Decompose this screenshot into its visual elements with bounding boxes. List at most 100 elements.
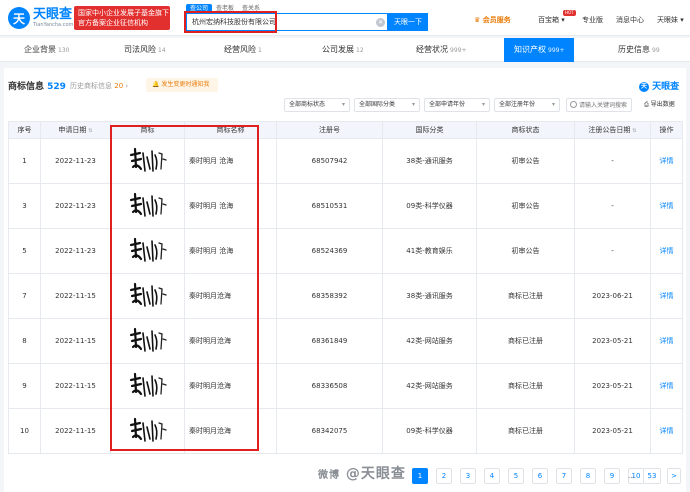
col-apply-date[interactable]: 申请日期 ⇅ [40,121,111,139]
section-count: 529 [47,82,66,92]
cell-apply-date: 2022-11-15 [40,273,111,319]
cell-reg-no: 68361849 [276,318,383,364]
detail-link[interactable]: 详情 [650,363,683,409]
filter-label: 全部商标状态 [289,101,326,108]
tab-history[interactable]: 历史信息 99 [618,38,660,62]
cell-no: 5 [8,228,41,274]
page-7-button[interactable]: 7 [556,468,572,484]
promo-banner[interactable]: 国家中小企业发展子基金旗下 官方备案企业征信机构 [74,6,170,30]
col-status: 商标状态 [476,121,575,139]
cell-pub-date: - [574,138,651,184]
tab-legal-risk[interactable]: 司法风险 14 [124,38,166,62]
logo-mark-icon: 天 [639,81,649,92]
panel-brand-name: 天眼查 [652,82,680,92]
weibo-watermark: 微博 @天眼查 [318,463,406,483]
cell-reg-no: 68358392 [276,273,383,319]
user-name: 天眼妹 [657,16,678,24]
tab-label: 企业背景 [24,45,56,54]
tab-label: 公司发展 [322,45,354,54]
section-title: 商标信息 529 [8,79,66,92]
cell-apply-date: 2022-11-23 [40,228,111,274]
tab-intellectual-property[interactable]: 知识产权 999+ [504,38,575,62]
col-pub-date[interactable]: 注册公告日期 ⇅ [574,121,651,139]
baibao-menu[interactable]: 百宝箱 ▾ [538,15,565,25]
next-page-button[interactable]: > [667,468,681,484]
page-6-button[interactable]: 6 [532,468,548,484]
class-filter[interactable]: 全部国际分类 ▾ [354,98,420,112]
export-icon: ⎙ [644,101,649,108]
search-highlight-box [184,11,277,33]
section-title-text: 商标信息 [8,82,45,92]
chevron-down-icon: ▾ [551,101,555,108]
hot-badge: HOT [563,10,576,16]
cell-class: 42类-网站服务 [382,363,477,409]
cell-status: 初审公告 [476,183,575,229]
tab-development[interactable]: 公司发展 12 [322,38,364,62]
page-9-button[interactable]: 9 [604,468,620,484]
pro-version-link[interactable]: 专业版 [582,15,603,25]
tianyancha-logo[interactable]: 天 天眼查 TianYancha.com [8,7,73,29]
panel-brand-logo: 天 天眼查 [639,79,679,92]
detail-link[interactable]: 详情 [650,138,683,184]
logo-domain: TianYancha.com [33,21,74,28]
detail-link[interactable]: 详情 [650,318,683,364]
page-4-button[interactable]: 4 [484,468,500,484]
chevron-down-icon: ▾ [481,101,485,108]
detail-link[interactable]: 详情 [650,408,683,454]
tab-label: 司法风险 [124,45,156,54]
chevron-down-icon: ▾ [680,16,684,24]
chevron-right-icon: › [125,82,129,90]
page-8-button[interactable]: 8 [580,468,596,484]
member-service-link[interactable]: ♛ 会员服务 [474,15,511,25]
tab-count: 14 [158,47,166,54]
page-5-button[interactable]: 5 [508,468,524,484]
page-3-button[interactable]: 3 [460,468,476,484]
cell-class: 38类-通讯服务 [382,273,477,319]
sort-icon: ⇅ [88,128,93,134]
cell-status: 初审公告 [476,138,575,184]
section-tabs: 企业背景 130 司法风险 14 经营风险 1 公司发展 12 经营状况 999+ 知识产… [0,38,690,62]
search-icon [570,101,577,108]
cell-apply-date: 2022-11-15 [40,363,111,409]
export-label: 导出数据 [650,101,675,108]
tab-count: 12 [356,47,364,54]
apply-year-filter[interactable]: 全部申请年份 ▾ [424,98,490,112]
cell-apply-date: 2022-11-15 [40,318,111,364]
crown-icon: ♛ [474,16,481,24]
col-reg-no: 注册号 [276,121,383,139]
detail-link[interactable]: 详情 [650,183,683,229]
cell-no: 3 [8,183,41,229]
filter-label: 全部申请年份 [429,101,466,108]
history-trademark-link[interactable]: 历史商标信息 20 › [70,81,128,91]
page-last-button[interactable]: 53 [643,468,661,484]
col-label: 申请日期 [58,126,87,134]
trademark-highlight-box [110,125,259,451]
detail-link[interactable]: 详情 [650,273,683,319]
cell-pub-date: 2023-05-21 [574,408,651,454]
col-op: 操作 [650,121,683,139]
register-year-filter[interactable]: 全部注册年份 ▾ [494,98,560,112]
cell-apply-date: 2022-11-15 [40,408,111,454]
page-2-button[interactable]: 2 [436,468,452,484]
status-filter[interactable]: 全部商标状态 ▾ [284,98,350,112]
cell-no: 7 [8,273,41,319]
cell-no: 9 [8,363,41,409]
detail-link[interactable]: 详情 [650,228,683,274]
export-data-button[interactable]: ⎙ 导出数据 [644,98,684,112]
promo-line2: 官方备案企业征信机构 [78,19,148,27]
tab-business-risk[interactable]: 经营风险 1 [224,38,262,62]
page-1-button[interactable]: 1 [412,468,428,484]
clear-icon[interactable]: ✕ [376,18,385,27]
search-button[interactable]: 天眼一下 [388,13,428,31]
message-center-link[interactable]: 消息中心 [616,15,644,25]
change-alert-button[interactable]: 🔔 发生变更时通知我 [146,78,218,92]
cell-status: 初审公告 [476,228,575,274]
chevron-down-icon: ▾ [411,101,415,108]
tab-background[interactable]: 企业背景 130 [24,38,69,62]
cell-apply-date: 2022-11-23 [40,138,111,184]
tab-operation[interactable]: 经营状况 999+ [416,38,466,62]
cell-status: 商标已注册 [476,363,575,409]
user-menu[interactable]: 天眼妹 ▾ [657,15,684,25]
cell-pub-date: - [574,228,651,274]
cell-pub-date: 2023-05-21 [574,363,651,409]
